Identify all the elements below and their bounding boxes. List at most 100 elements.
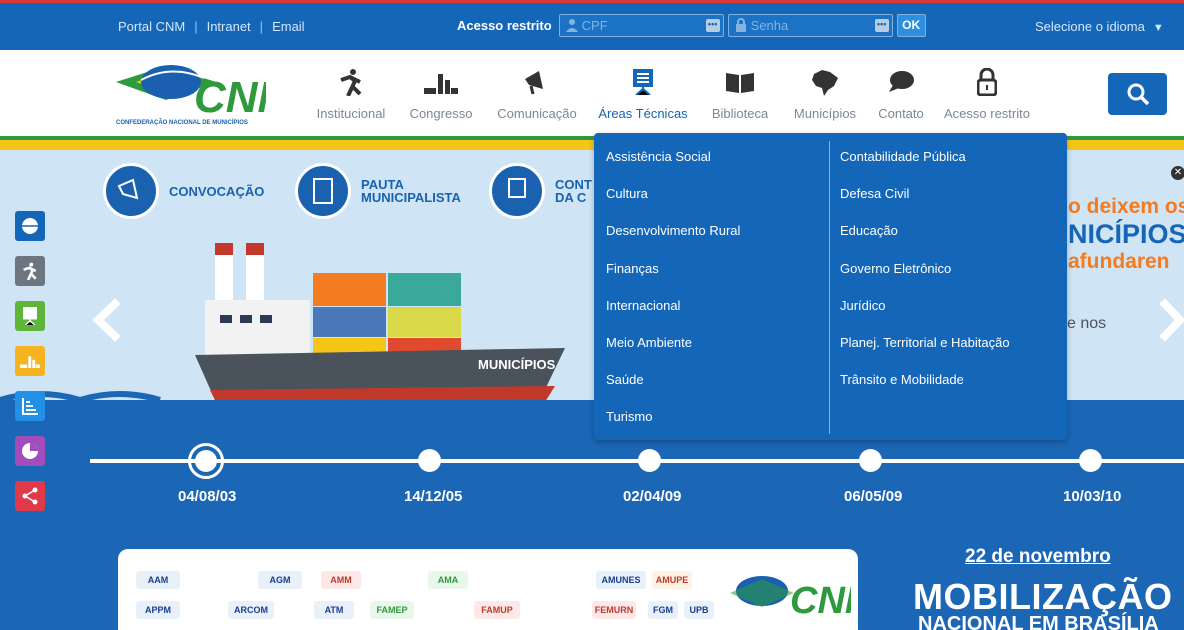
timeline-date[interactable]: 06/05/09 — [844, 488, 902, 505]
separator: | — [259, 19, 264, 34]
password-input[interactable]: Senha ••• — [727, 14, 893, 37]
search-icon — [1127, 83, 1149, 106]
partner-logo[interactable]: UPB — [684, 601, 714, 619]
nav-municipios[interactable]: Municípios — [783, 50, 867, 136]
partner-logo[interactable]: FGM — [648, 601, 678, 619]
promo-date[interactable]: 22 de novembro — [965, 546, 1111, 568]
nav-institucional[interactable]: Institucional — [305, 50, 397, 136]
cnm-logo[interactable]: CNM CONFEDERAÇÃO NACIONAL DE MUNICÍPIOS — [116, 60, 296, 126]
category-label: PAUTA MUNICIPALISTA — [361, 177, 461, 205]
timeline-dot[interactable] — [1079, 449, 1102, 472]
partner-logo[interactable]: ATM — [314, 601, 354, 619]
svg-text:CNM: CNM — [194, 73, 266, 122]
partner-logo[interactable]: AMM — [321, 571, 361, 589]
timeline-date[interactable]: 14/12/05 — [404, 488, 462, 505]
dropdown-column-2: Contabilidade Pública Defesa Civil Educa… — [840, 143, 1010, 403]
nav-areas-tecnicas[interactable]: Áreas Técnicas — [589, 50, 697, 136]
chevron-left-icon[interactable] — [92, 297, 122, 343]
email-link[interactable]: Email — [272, 19, 305, 34]
partner-logo[interactable]: AMUNES — [596, 571, 646, 589]
cnm-partner-logo[interactable]: CNM — [726, 569, 851, 625]
side-institucional-button[interactable] — [15, 256, 45, 286]
nav-biblioteca[interactable]: Biblioteca — [697, 50, 783, 136]
intranet-link[interactable]: Intranet — [207, 19, 251, 34]
side-shortcut-bar — [15, 211, 45, 526]
menu-item-saude[interactable]: Saúde — [606, 366, 740, 403]
timeline-date[interactable]: 10/03/10 — [1063, 488, 1121, 505]
ok-button[interactable]: OK — [896, 14, 926, 37]
side-globe-button[interactable] — [15, 211, 45, 241]
timeline-date[interactable]: 04/08/03 — [178, 488, 236, 505]
category-pauta[interactable]: PAUTA MUNICIPALISTA — [295, 163, 461, 219]
lock-icon — [735, 18, 746, 32]
language-label: Selecione o idioma — [1035, 19, 1145, 34]
promo-subtitle: NACIONAL EM BRASÍLIA — [918, 613, 1159, 630]
timeline-dot[interactable] — [638, 449, 661, 472]
ship-label: MUNICÍPIOS — [478, 357, 556, 372]
timeline-dot[interactable] — [859, 449, 882, 472]
side-pie-button[interactable] — [15, 436, 45, 466]
nav-comunicacao[interactable]: Comunicação — [485, 50, 589, 136]
menu-item-transito-mobilidade[interactable]: Trânsito e Mobilidade — [840, 366, 1010, 403]
presentation-board-icon — [489, 163, 545, 219]
more-icon: ••• — [705, 19, 720, 32]
menu-item-internacional[interactable]: Internacional — [606, 292, 740, 329]
book-icon — [726, 73, 754, 93]
side-areas-button[interactable] — [15, 301, 45, 331]
partner-logo[interactable]: ARCOM — [228, 601, 274, 619]
partner-logo[interactable]: AMA — [428, 571, 468, 589]
timeline-dot-active[interactable] — [188, 443, 224, 479]
timeline-date[interactable]: 02/04/09 — [623, 488, 681, 505]
nav-acesso-restrito[interactable]: Acesso restrito — [935, 50, 1039, 136]
menu-item-desenvolvimento-rural[interactable]: Desenvolvimento Rural — [606, 217, 740, 254]
utility-links: Portal CNM | Intranet | Email — [118, 19, 305, 34]
close-icon[interactable]: ✕ — [1171, 166, 1184, 180]
cpf-input[interactable]: CPF ••• — [558, 14, 724, 37]
chevron-right-icon[interactable] — [1158, 297, 1184, 343]
menu-item-governo-eletronico[interactable]: Governo Eletrônico — [840, 255, 1010, 292]
presentation-board-icon — [633, 69, 653, 95]
top-utility-bar: Portal CNM | Intranet | Email Acesso res… — [0, 0, 1184, 50]
separator: | — [194, 19, 198, 34]
nav-contato[interactable]: Contato — [867, 50, 935, 136]
partner-logo[interactable]: AGM — [258, 571, 302, 589]
side-congresso-button[interactable] — [15, 346, 45, 376]
lock-icon — [977, 68, 997, 96]
menu-item-defesa-civil[interactable]: Defesa Civil — [840, 180, 1010, 217]
partner-logo[interactable]: APPM — [136, 601, 180, 619]
menu-item-assistencia-social[interactable]: Assistência Social — [606, 143, 740, 180]
portal-cnm-link[interactable]: Portal CNM — [118, 19, 185, 34]
category-convocacao[interactable]: CONVOCAÇÃO — [103, 163, 264, 219]
person-running-icon — [23, 262, 37, 280]
partner-logo[interactable]: FAMEP — [370, 601, 414, 619]
timeline-dot[interactable] — [418, 449, 441, 472]
menu-item-planej-territorial[interactable]: Planej. Territorial e Habitação — [840, 329, 1010, 366]
side-chart-button[interactable] — [15, 391, 45, 421]
category-cont[interactable]: CONT DA C — [489, 163, 592, 219]
menu-item-educacao[interactable]: Educação — [840, 217, 1010, 254]
language-selector[interactable]: Selecione o idioma ▼ — [1035, 19, 1164, 34]
logo-graphic: CNM CONFEDERAÇÃO NACIONAL DE MUNICÍPIOS — [116, 65, 296, 126]
menu-item-cultura[interactable]: Cultura — [606, 180, 740, 217]
partner-logo[interactable]: AMUPE — [652, 571, 692, 589]
side-share-button[interactable] — [15, 481, 45, 511]
category-label: CONVOCAÇÃO — [169, 183, 265, 199]
menu-item-turismo[interactable]: Turismo — [606, 403, 740, 440]
menu-item-meio-ambiente[interactable]: Meio Ambiente — [606, 329, 740, 366]
banner-text: e nos — [1067, 315, 1107, 332]
pie-chart-icon — [22, 443, 38, 459]
partner-logo[interactable]: FEMURN — [592, 601, 636, 619]
menu-item-juridico[interactable]: Jurídico — [840, 292, 1010, 329]
search-button[interactable] — [1108, 73, 1167, 115]
menu-item-contabilidade-publica[interactable]: Contabilidade Pública — [840, 143, 1010, 180]
globe-icon — [22, 218, 38, 234]
promo-title: MOBILIZAÇÃO — [913, 576, 1173, 617]
timeline-line — [90, 459, 1184, 463]
nav-congresso[interactable]: Congresso — [397, 50, 485, 136]
document-icon — [295, 163, 351, 219]
partner-logo[interactable]: AAM — [136, 571, 180, 589]
chat-bubble-icon — [889, 71, 914, 92]
partner-logo[interactable]: FAMUP — [474, 601, 520, 619]
menu-item-financas[interactable]: Finanças — [606, 255, 740, 292]
presentation-board-icon — [23, 307, 37, 325]
